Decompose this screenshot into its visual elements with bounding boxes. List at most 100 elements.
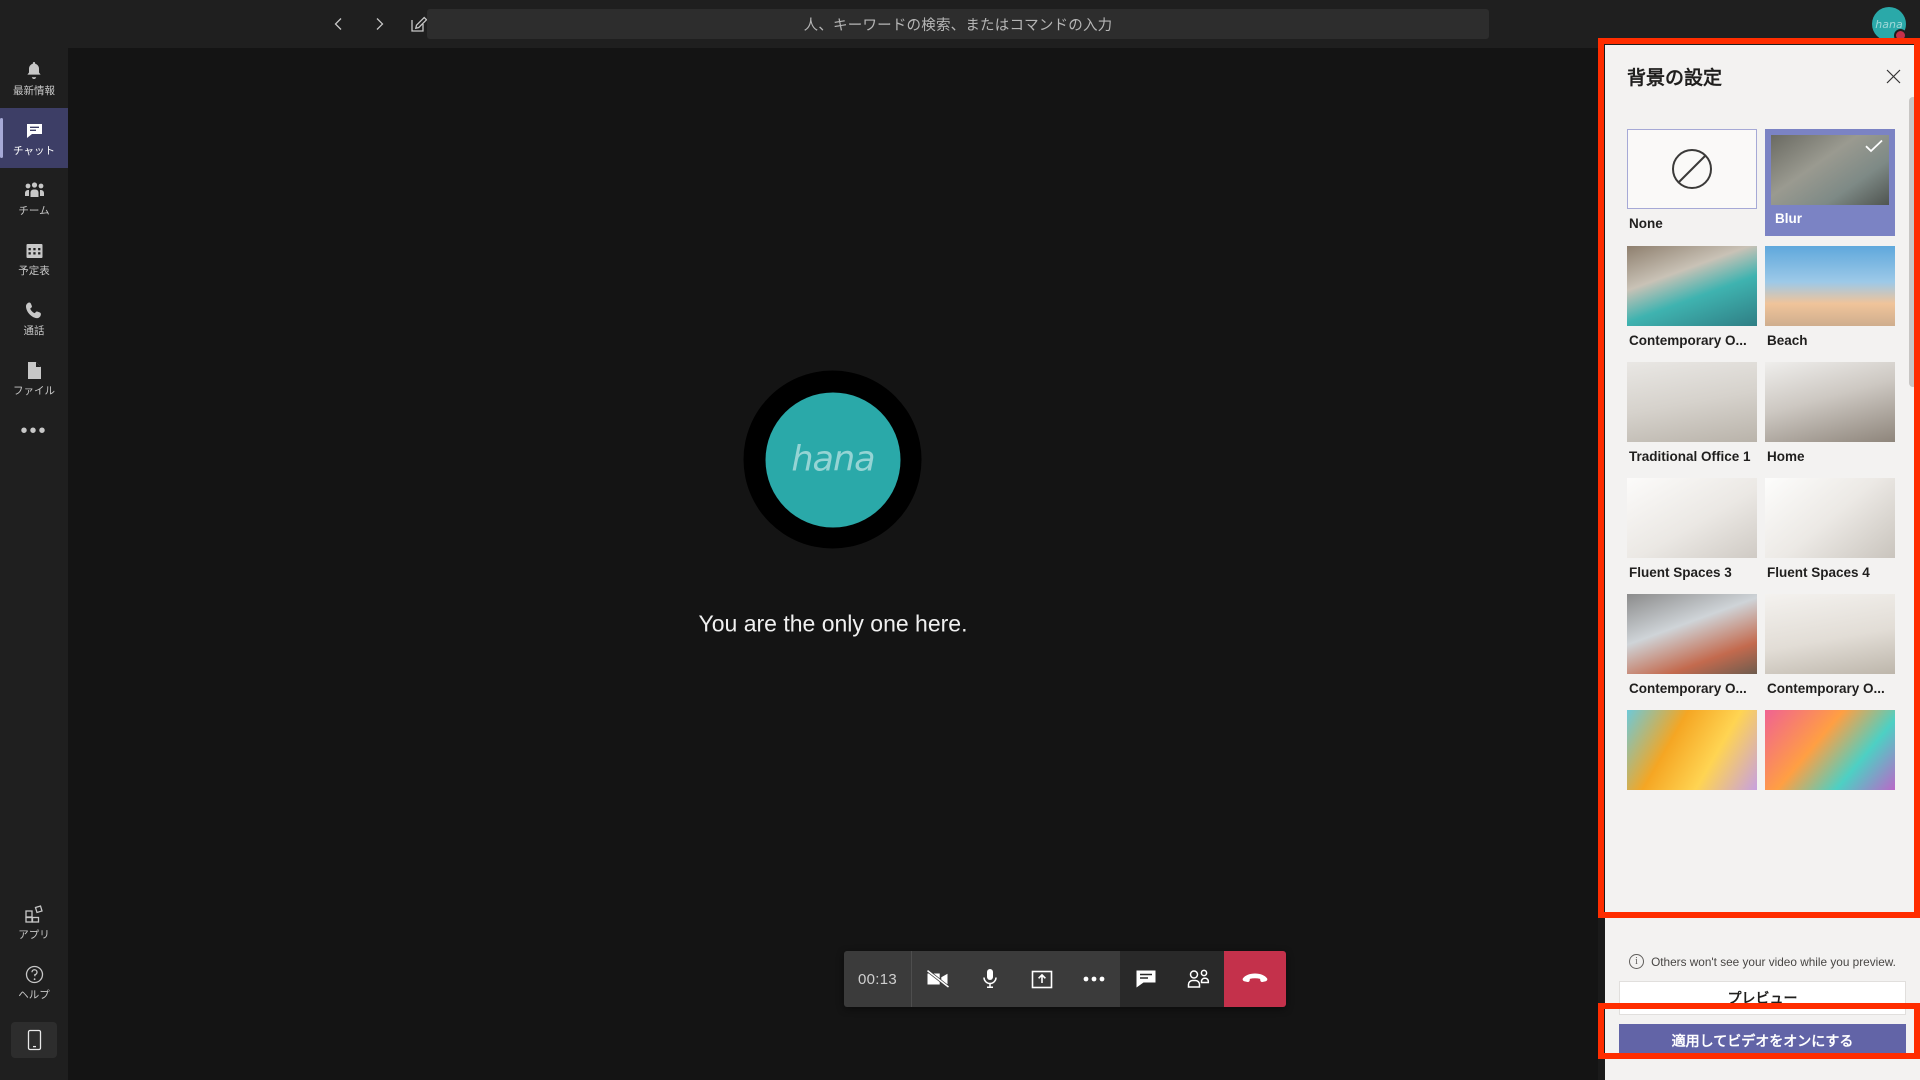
background-thumbnail bbox=[1765, 478, 1895, 558]
sidebar-item-chat[interactable]: チャット bbox=[0, 108, 68, 168]
call-timer: 00:13 bbox=[844, 951, 912, 1007]
sidebar-item-label: ヘルプ bbox=[18, 988, 50, 1001]
background-tile-abstract-2[interactable] bbox=[1765, 710, 1895, 801]
close-icon[interactable] bbox=[1882, 65, 1904, 87]
background-thumbnail bbox=[1627, 710, 1757, 790]
sidebar-more-button[interactable]: ••• bbox=[0, 408, 68, 454]
status-badge bbox=[1894, 29, 1907, 42]
no-background-icon bbox=[1627, 129, 1757, 209]
panel-header: 背景の設定 bbox=[1605, 45, 1920, 107]
microphone-button[interactable] bbox=[964, 951, 1016, 1007]
background-tile-contemporary-office[interactable]: Contemporary O... bbox=[1627, 246, 1757, 352]
call-control-bar: 00:13 bbox=[844, 951, 1286, 1007]
participant-avatar: hana bbox=[765, 392, 901, 527]
chevron-left-icon[interactable] bbox=[325, 10, 353, 38]
alone-message: You are the only one here. bbox=[698, 610, 968, 637]
background-tile-label bbox=[1765, 790, 1895, 801]
background-tile-fluent-spaces-4[interactable]: Fluent Spaces 4 bbox=[1765, 478, 1895, 584]
share-screen-button[interactable] bbox=[1016, 951, 1068, 1007]
sidebar-item-activity[interactable]: 最新情報 bbox=[0, 48, 68, 108]
background-tile-label: Contemporary O... bbox=[1629, 333, 1747, 348]
background-gallery[interactable]: None Blur Contemporary O... Beach Tradit… bbox=[1605, 107, 1920, 945]
blur-thumbnail bbox=[1771, 135, 1889, 205]
sidebar-item-calendar[interactable]: 予定表 bbox=[0, 228, 68, 288]
background-tile-label: Fluent Spaces 3 bbox=[1629, 565, 1732, 580]
background-grid: None Blur Contemporary O... Beach Tradit… bbox=[1627, 129, 1898, 801]
background-thumbnail bbox=[1627, 246, 1757, 326]
meeting-stage: hana You are the only one here. 00:13 bbox=[68, 48, 1598, 1080]
avatar[interactable]: hana bbox=[1872, 7, 1907, 42]
background-tile-label: Beach bbox=[1767, 333, 1808, 348]
background-thumbnail bbox=[1627, 362, 1757, 442]
sidebar-item-teams[interactable]: チーム bbox=[0, 168, 68, 228]
background-tile-traditional-office-1[interactable]: Traditional Office 1 bbox=[1627, 362, 1757, 468]
bell-icon bbox=[25, 60, 43, 82]
background-thumbnail bbox=[1765, 362, 1895, 442]
sidebar-item-label: チャット bbox=[13, 144, 55, 157]
sidebar-item-label: 予定表 bbox=[18, 264, 50, 277]
teams-icon bbox=[24, 180, 45, 202]
check-icon bbox=[1865, 139, 1883, 158]
background-tile-contemporary-office-3[interactable]: Contemporary O... bbox=[1765, 594, 1895, 700]
top-bar: 人、キーワードの検索、またはコマンドの入力 hana bbox=[0, 0, 1920, 48]
sidebar-item-apps[interactable]: アプリ bbox=[0, 892, 68, 952]
file-icon bbox=[26, 360, 43, 382]
camera-off-button[interactable] bbox=[912, 951, 964, 1007]
call-controls-secondary bbox=[1120, 951, 1224, 1007]
background-tile-label: Fluent Spaces 4 bbox=[1767, 565, 1870, 580]
preview-info-text: Others won't see your video while you pr… bbox=[1651, 954, 1896, 969]
background-thumbnail bbox=[1765, 246, 1895, 326]
background-tile-label: Traditional Office 1 bbox=[1629, 449, 1751, 464]
panel-footer: i Others won't see your video while you … bbox=[1605, 940, 1920, 1080]
background-tile-contemporary-office-2[interactable]: Contemporary O... bbox=[1627, 594, 1757, 700]
teams-app-window: 人、キーワードの検索、またはコマンドの入力 hana 最新情報 チャット チーム bbox=[0, 0, 1920, 1080]
background-tile-label: Home bbox=[1767, 449, 1805, 464]
preview-info-note: i Others won't see your video while you … bbox=[1619, 940, 1906, 981]
background-thumbnail bbox=[1627, 478, 1757, 558]
background-tile-label: Contemporary O... bbox=[1629, 681, 1747, 696]
call-controls-primary: 00:13 bbox=[844, 951, 1120, 1007]
background-thumbnail bbox=[1765, 594, 1895, 674]
chat-icon bbox=[25, 120, 44, 142]
sidebar-item-calls[interactable]: 通話 bbox=[0, 288, 68, 348]
background-tile-label bbox=[1627, 790, 1757, 801]
apps-icon bbox=[24, 904, 44, 926]
info-icon: i bbox=[1629, 954, 1645, 969]
background-tile-label: None bbox=[1629, 216, 1663, 231]
participant-avatar-ring: hana bbox=[743, 370, 922, 549]
background-tile-home[interactable]: Home bbox=[1765, 362, 1895, 468]
background-thumbnail bbox=[1765, 710, 1895, 790]
background-tile-label: Contemporary O... bbox=[1767, 681, 1885, 696]
page-title: 背景の設定 bbox=[1627, 67, 1723, 89]
panel-scrollbar[interactable] bbox=[1909, 97, 1917, 387]
more-options-button[interactable] bbox=[1068, 951, 1120, 1007]
background-settings-panel: 背景の設定 None Blur Contemporary O... Beach … bbox=[1605, 45, 1920, 1080]
calendar-icon bbox=[25, 240, 44, 262]
sidebar-item-help[interactable]: ヘルプ bbox=[0, 952, 68, 1012]
sidebar-item-label: アプリ bbox=[18, 928, 50, 941]
search-placeholder-text: 人、キーワードの検索、またはコマンドの入力 bbox=[803, 17, 1113, 34]
help-icon bbox=[25, 964, 44, 986]
stage-content: hana You are the only one here. bbox=[698, 370, 968, 638]
sidebar-item-label: 最新情報 bbox=[13, 84, 55, 97]
participants-button[interactable] bbox=[1172, 951, 1224, 1007]
sidebar-item-label: ファイル bbox=[13, 384, 55, 397]
mobile-phone-icon[interactable] bbox=[11, 1022, 57, 1058]
phone-icon bbox=[25, 300, 43, 322]
preview-button[interactable]: プレビュー bbox=[1619, 981, 1906, 1015]
background-tile-blur[interactable]: Blur bbox=[1765, 129, 1895, 236]
sidebar-item-label: チーム bbox=[18, 204, 50, 217]
background-tile-fluent-spaces-3[interactable]: Fluent Spaces 3 bbox=[1627, 478, 1757, 584]
sidebar-item-files[interactable]: ファイル bbox=[0, 348, 68, 408]
search-input[interactable]: 人、キーワードの検索、またはコマンドの入力 bbox=[427, 9, 1489, 39]
background-tile-abstract-1[interactable] bbox=[1627, 710, 1757, 801]
background-thumbnail bbox=[1627, 594, 1757, 674]
background-tile-none[interactable]: None bbox=[1627, 129, 1757, 236]
hangup-button[interactable] bbox=[1224, 951, 1286, 1007]
left-rail-bottom: アプリ ヘルプ bbox=[0, 892, 68, 1080]
chevron-right-icon[interactable] bbox=[365, 10, 393, 38]
background-tile-beach[interactable]: Beach bbox=[1765, 246, 1895, 352]
chat-button[interactable] bbox=[1120, 951, 1172, 1007]
apply-and-turn-on-video-button[interactable]: 適用してビデオをオンにする bbox=[1619, 1024, 1906, 1058]
left-rail: 最新情報 チャット チーム 予定表 通話 ファイル ••• アプリ ヘルプ bbox=[0, 48, 68, 1080]
